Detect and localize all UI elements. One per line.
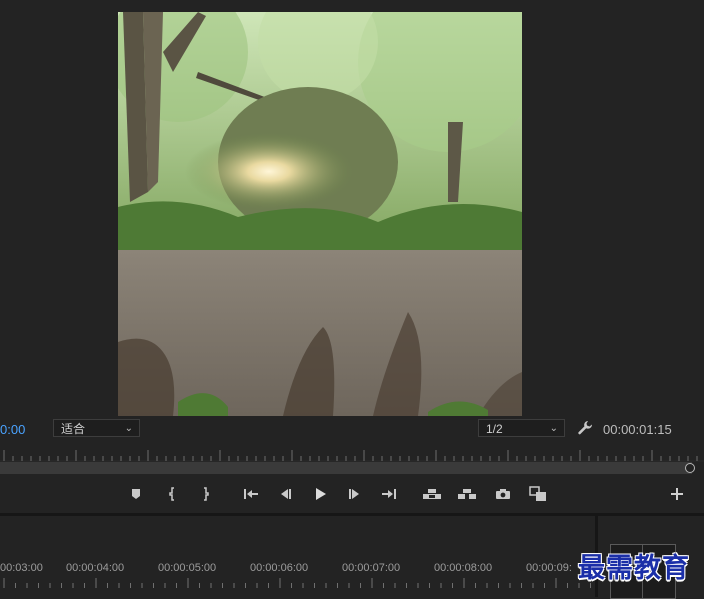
- add-marker-button[interactable]: [126, 484, 146, 504]
- mark-out-icon: [204, 487, 209, 501]
- timeline-time-label: 00:00:04:00: [66, 562, 125, 574]
- lift-icon: [423, 489, 441, 499]
- mark-in-button[interactable]: [163, 484, 183, 504]
- camera-icon: [496, 489, 510, 499]
- mark-out-button[interactable]: [195, 484, 215, 504]
- timeline-ruler[interactable]: [0, 578, 595, 590]
- timeline-time-label: 00:00:06:00: [250, 562, 309, 574]
- playhead-timecode[interactable]: 0:00: [0, 422, 25, 437]
- step-forward-button[interactable]: [345, 484, 365, 504]
- extract-button[interactable]: [457, 484, 477, 504]
- go-to-in-button[interactable]: [241, 484, 261, 504]
- export-frame-button[interactable]: [493, 484, 513, 504]
- extract-icon: [458, 489, 476, 499]
- timeline-time-label: 00:00:07:00: [342, 562, 401, 574]
- plus-icon: [671, 488, 683, 500]
- scrub-bar[interactable]: [0, 462, 692, 474]
- video-frame-preview[interactable]: [118, 12, 522, 416]
- playback-resolution-dropdown[interactable]: 1/2 ⌄: [478, 419, 565, 437]
- timeline-time-label: 00:03:00: [0, 562, 43, 574]
- button-editor-button[interactable]: [667, 484, 687, 504]
- comparison-view-button[interactable]: [528, 484, 548, 504]
- transport-controls: [0, 478, 704, 510]
- timeline-time-label: 00:00:05:00: [158, 562, 217, 574]
- play-button[interactable]: [310, 484, 330, 504]
- chevron-down-icon: ⌄: [549, 423, 558, 434]
- chevron-down-icon: ⌄: [124, 423, 133, 434]
- fit-zoom-dropdown[interactable]: 适合 ⌄: [53, 419, 140, 437]
- lift-button[interactable]: [422, 484, 442, 504]
- monitor-controls-row: 0:00 适合 ⌄ 1/2 ⌄ 00:00:01:15: [0, 418, 704, 442]
- go-to-out-icon: [382, 489, 396, 499]
- fit-zoom-value: 适合: [61, 422, 86, 436]
- duration-timecode: 00:00:01:15: [603, 422, 672, 437]
- step-forward-icon: [349, 489, 359, 499]
- program-monitor: 0:00 适合 ⌄ 1/2 ⌄ 00:00:01:15: [0, 0, 704, 514]
- compare-icon: [529, 486, 546, 501]
- step-back-icon: [281, 489, 291, 499]
- monitor-time-ruler[interactable]: [0, 448, 704, 462]
- go-to-in-icon: [244, 489, 258, 499]
- go-to-out-button[interactable]: [379, 484, 399, 504]
- marker-icon: [132, 489, 140, 499]
- playback-resolution-value: 1/2: [486, 422, 503, 436]
- mark-in-icon: [169, 487, 174, 501]
- timeline-time-label: 00:00:08:00: [434, 562, 493, 574]
- wrench-icon[interactable]: [577, 420, 593, 436]
- step-back-button[interactable]: [275, 484, 295, 504]
- play-icon: [316, 488, 326, 500]
- zoom-handle[interactable]: [685, 463, 695, 473]
- timeline-time-label: 00:00:09:: [526, 562, 572, 574]
- watermark-logo: 最需教育: [578, 553, 690, 584]
